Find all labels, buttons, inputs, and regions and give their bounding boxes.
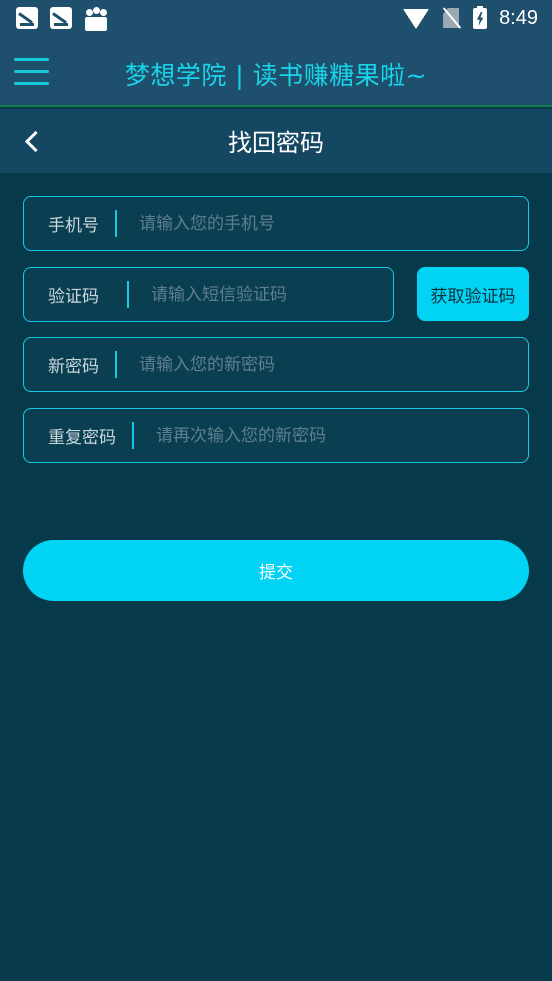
page-title: 找回密码: [228, 129, 324, 157]
status-time: 8:49: [499, 6, 538, 29]
no-sim-icon: [441, 6, 462, 30]
menu-icon[interactable]: [14, 56, 50, 88]
battery-charging-icon: [473, 6, 488, 30]
field-divider: [115, 351, 117, 378]
notification-icon: [16, 7, 38, 29]
wifi-icon: [403, 7, 430, 29]
app-title: 梦想学院 | 读书赚糖果啦~: [124, 61, 428, 90]
field-divider: [132, 422, 134, 449]
new-password-field: 新密码: [23, 337, 529, 392]
status-system: 8:49: [403, 6, 538, 30]
phone-field: 手机号: [23, 196, 529, 251]
notification-icon: [50, 7, 72, 29]
page-title-bar: 找回密码: [0, 109, 552, 173]
submit-button[interactable]: 提交: [23, 540, 529, 601]
shopping-bag-icon: [84, 7, 108, 31]
verification-code-field: 验证码: [23, 267, 394, 322]
field-divider: [127, 281, 129, 308]
new-password-input[interactable]: [139, 338, 528, 391]
status-bar: 8:49: [0, 0, 552, 40]
field-divider: [115, 210, 117, 237]
phone-label: 手机号: [48, 216, 99, 236]
new-password-label: 新密码: [48, 357, 99, 377]
phone-input[interactable]: [139, 197, 528, 250]
verification-code-label: 验证码: [48, 287, 99, 307]
get-code-button[interactable]: 获取验证码: [417, 267, 529, 321]
app-header: 梦想学院 | 读书赚糖果啦~: [0, 40, 552, 107]
verification-code-input[interactable]: [151, 268, 393, 321]
status-notifications: [16, 7, 108, 31]
confirm-password-field: 重复密码: [23, 408, 529, 463]
confirm-password-input[interactable]: [156, 409, 528, 462]
confirm-password-label: 重复密码: [48, 428, 116, 448]
